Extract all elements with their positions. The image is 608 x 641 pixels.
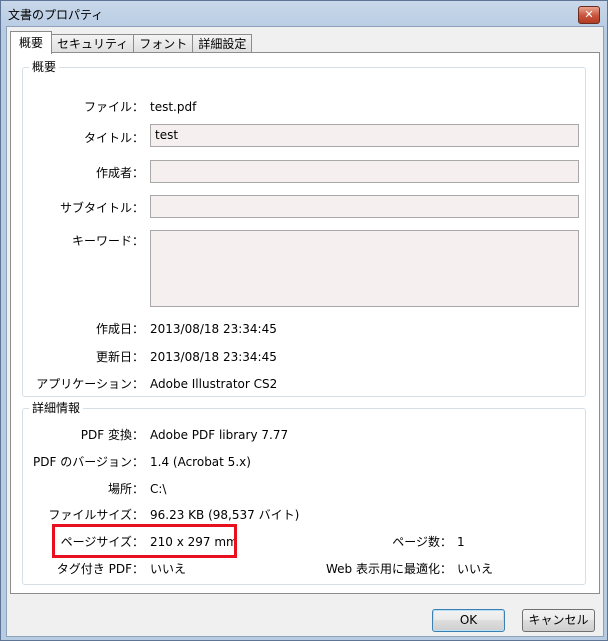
- author-label: 作成者：: [95, 166, 144, 180]
- file-size-value: 96.23 KB (98,537 バイト): [150, 508, 300, 522]
- keywords-field[interactable]: [150, 230, 579, 307]
- modified-label: 更新日：: [95, 350, 144, 364]
- file-size-label: ファイルサイズ：: [48, 508, 144, 522]
- window-title: 文書のプロパティ: [8, 8, 104, 22]
- overview-group: 概要 ファイル： test.pdf タイトル： test 作成者： サブタイトル…: [22, 60, 586, 397]
- tab-security[interactable]: セキュリティ: [51, 34, 135, 53]
- tab-advanced[interactable]: 詳細設定: [192, 34, 253, 53]
- created-label: 作成日：: [95, 322, 144, 336]
- close-icon: ✕: [584, 8, 594, 21]
- page-size-highlight-box: [52, 524, 237, 558]
- created-value: 2013/08/18 23:34:45: [150, 322, 277, 336]
- ok-button[interactable]: OK: [432, 609, 505, 632]
- page-count-label: ページ数：: [392, 535, 452, 549]
- page-count-value: 1: [457, 535, 465, 549]
- application-value: Adobe Illustrator CS2: [150, 377, 278, 391]
- fast-web-view-label: Web 表示用に最適化：: [326, 562, 452, 576]
- subject-field[interactable]: [150, 195, 579, 218]
- title-label: タイトル：: [83, 131, 144, 145]
- title-field[interactable]: test: [150, 124, 579, 147]
- document-properties-dialog: 文書のプロパティ ✕ 概要 セキュリティ フォント 詳細設定 概要 ファイル： …: [0, 0, 608, 641]
- keywords-label: キーワード：: [71, 234, 144, 248]
- author-field[interactable]: [150, 160, 579, 183]
- producer-value: Adobe PDF library 7.77: [150, 428, 289, 442]
- details-group-label: 詳細情報: [29, 401, 84, 415]
- location-label: 場所：: [107, 482, 144, 496]
- location-value: C:\: [150, 482, 167, 496]
- file-value: test.pdf: [150, 100, 197, 114]
- file-label: ファイル：: [83, 100, 144, 114]
- subject-label: サブタイトル：: [59, 201, 144, 215]
- overview-group-label: 概要: [29, 60, 60, 74]
- details-group: 詳細情報 PDF 変換： Adobe PDF library 7.77 PDF …: [22, 401, 586, 585]
- modified-value: 2013/08/18 23:34:45: [150, 350, 277, 364]
- cancel-button[interactable]: キャンセル: [522, 609, 595, 632]
- producer-label: PDF 変換：: [80, 428, 144, 442]
- tagged-pdf-value: いいえ: [150, 562, 187, 576]
- tab-fonts[interactable]: フォント: [133, 34, 194, 53]
- title-bar[interactable]: 文書のプロパティ ✕: [1, 1, 607, 25]
- application-label: アプリケーション：: [36, 377, 144, 391]
- dialog-client-area: 概要 セキュリティ フォント 詳細設定 概要 ファイル： test.pdf タイ…: [6, 26, 604, 637]
- fast-web-view-value: いいえ: [457, 562, 494, 576]
- overview-panel: 概要 ファイル： test.pdf タイトル： test 作成者： サブタイトル…: [10, 52, 600, 594]
- tab-bar: 概要 セキュリティ フォント 詳細設定: [10, 31, 253, 54]
- close-button[interactable]: ✕: [578, 6, 600, 24]
- pdf-version-label: PDF のバージョン：: [33, 455, 144, 469]
- pdf-version-value: 1.4 (Acrobat 5.x): [150, 455, 251, 469]
- tagged-pdf-label: タグ付き PDF：: [56, 562, 144, 576]
- tab-overview[interactable]: 概要: [10, 31, 53, 54]
